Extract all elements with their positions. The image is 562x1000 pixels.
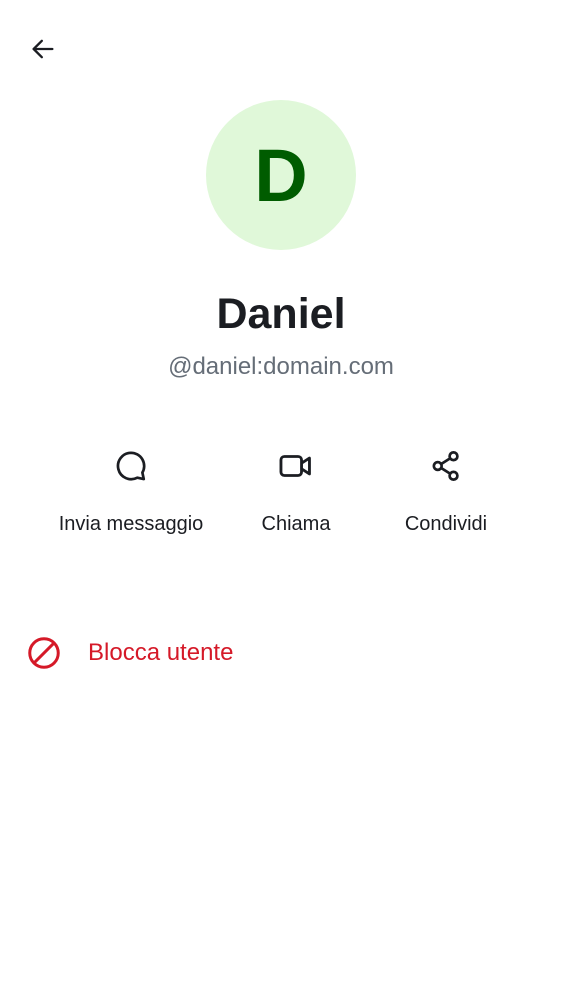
display-name: Daniel — [216, 290, 346, 338]
call-label: Chiama — [261, 513, 331, 535]
block-user-button[interactable]: Blocca utente — [16, 622, 546, 684]
send-message-button[interactable]: Invia messaggio — [56, 440, 206, 540]
share-button[interactable]: Condividi — [376, 440, 516, 540]
block-user-label: Blocca utente — [88, 639, 234, 666]
call-button[interactable]: Chiama — [226, 440, 366, 540]
arrow-left-icon — [29, 35, 57, 68]
block-icon — [16, 625, 72, 681]
share-label: Condividi — [404, 513, 488, 535]
video-camera-icon — [270, 440, 322, 492]
avatar-initial: D — [254, 134, 308, 217]
share-icon — [420, 440, 472, 492]
back-button[interactable] — [20, 28, 66, 74]
avatar[interactable]: D — [206, 100, 356, 250]
send-message-label: Invia messaggio — [58, 513, 204, 535]
user-id: @daniel:domain.com — [168, 353, 394, 380]
chat-bubble-icon — [105, 440, 157, 492]
